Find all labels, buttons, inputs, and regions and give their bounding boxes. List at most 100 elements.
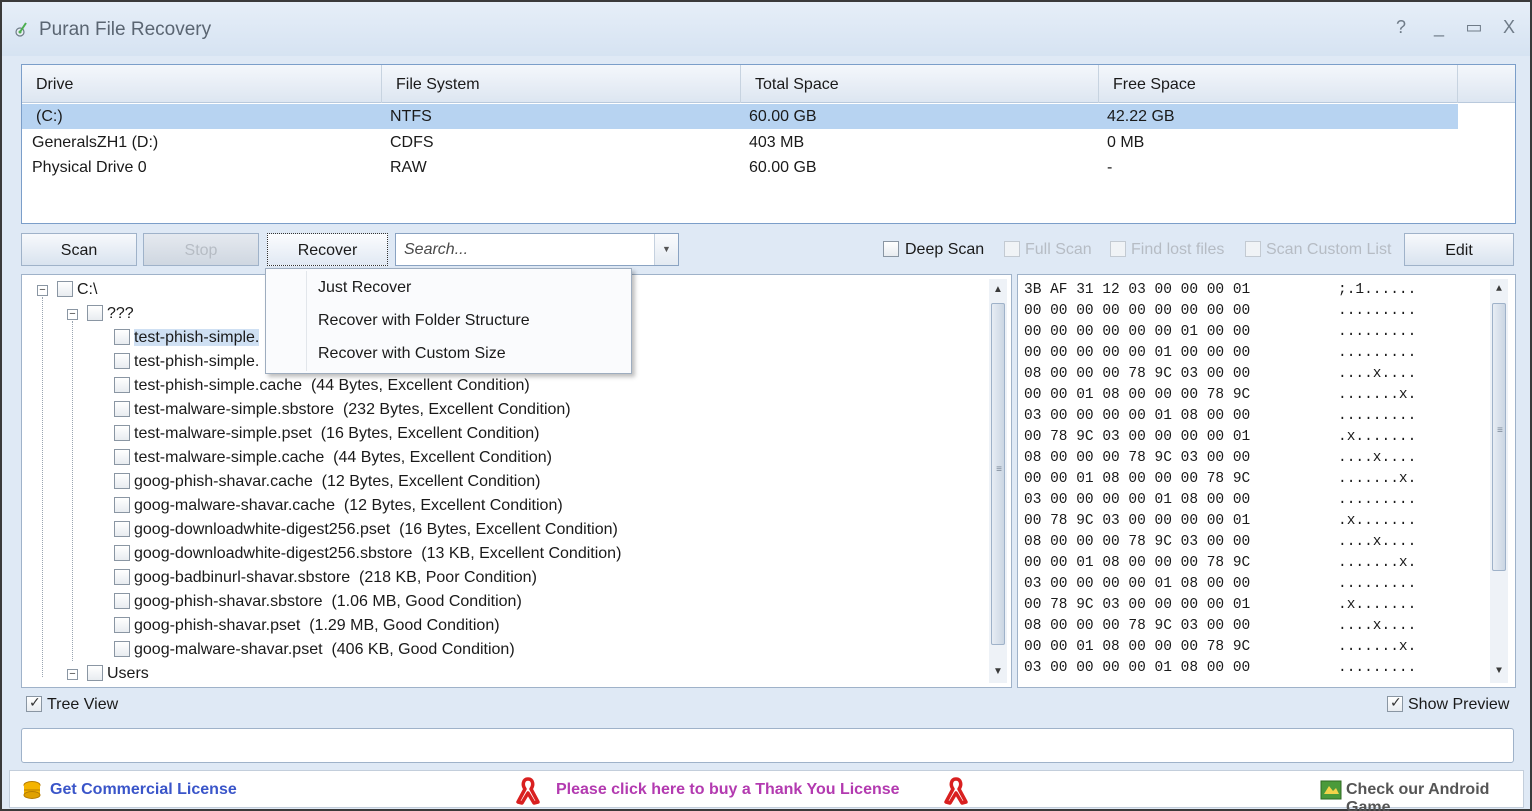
chevron-down-icon[interactable]: ▼ [654, 234, 678, 265]
tree-file[interactable]: test-phish-simple. [114, 350, 259, 374]
tree-file[interactable]: test-malware-simple.pset (16 Bytes, Exce… [114, 422, 540, 446]
tree-checkbox[interactable] [114, 448, 130, 465]
tree-file[interactable]: goog-phish-shavar.pset (1.29 MB, Good Co… [114, 614, 500, 638]
file-detail: (16 Bytes, Excellent Condition) [320, 425, 540, 442]
tree-file[interactable]: goog-badbinurl-shavar.sbstore (218 KB, P… [114, 566, 537, 590]
tree-file[interactable]: test-phish-simple. [114, 326, 260, 350]
ascii-row: ......... [1338, 576, 1417, 592]
recover-button[interactable]: Recover [267, 233, 388, 266]
app-icon [15, 22, 27, 37]
tree-checkbox[interactable] [114, 424, 130, 441]
tree-checkbox[interactable] [87, 664, 103, 681]
hex-row: 03 00 00 00 00 01 08 00 00 [1024, 408, 1251, 424]
full-scan-checkbox[interactable] [1004, 241, 1020, 257]
drive-total: 60.00 GB [749, 108, 817, 125]
tree-file[interactable]: goog-phish-shavar.sbstore (1.06 MB, Good… [114, 590, 522, 614]
scroll-up-icon[interactable]: ▲ [1490, 281, 1508, 299]
file-name: test-phish-simple. [134, 329, 260, 346]
show-preview-checkbox[interactable] [1387, 694, 1403, 712]
tree-view-label: Tree View [47, 696, 119, 713]
tree-node-folder[interactable]: ??? [87, 302, 134, 326]
hex-row: 00 78 9C 03 00 00 00 00 01 [1024, 429, 1251, 445]
scan-custom-list-checkbox[interactable] [1245, 241, 1261, 257]
scroll-up-icon[interactable]: ▲ [989, 281, 1007, 299]
hex-scrollbar[interactable]: ▲ ≡ ▼ [1490, 279, 1508, 683]
tree-checkbox[interactable] [114, 616, 130, 633]
tree-checkbox[interactable] [57, 280, 73, 297]
tree-file[interactable]: test-malware-simple.cache (44 Bytes, Exc… [114, 446, 552, 470]
tree-file[interactable]: goog-phish-shavar.cache (12 Bytes, Excel… [114, 470, 540, 494]
tree-checkbox[interactable] [114, 352, 130, 369]
tree-node-users[interactable]: Users [87, 662, 149, 686]
file-name: goog-phish-shavar.cache [134, 473, 313, 490]
ascii-row: .......x. [1338, 387, 1417, 403]
collapse-icon[interactable]: − [37, 285, 48, 296]
hex-row: 00 00 00 00 00 00 00 00 00 [1024, 303, 1251, 319]
coins-icon [23, 781, 41, 799]
column-header-free-space[interactable]: Free Space [1099, 65, 1458, 103]
tree-file[interactable]: goog-downloadwhite-digest256.sbstore (13… [114, 542, 621, 566]
menu-item-recover-folder-structure[interactable]: Recover with Folder Structure [318, 307, 530, 335]
tree-checkbox[interactable] [87, 304, 103, 321]
edit-button[interactable]: Edit [1404, 233, 1514, 266]
tree-checkbox[interactable] [114, 496, 130, 513]
collapse-icon[interactable]: − [67, 309, 78, 320]
hex-row: 00 00 01 08 00 00 00 78 9C [1024, 387, 1251, 403]
tree-checkbox[interactable] [114, 640, 130, 657]
drive-row[interactable]: (C:) NTFS 60.00 GB 42.22 GB [22, 104, 1458, 129]
ascii-row: ......... [1338, 324, 1417, 340]
menu-item-recover-custom-size[interactable]: Recover with Custom Size [318, 340, 506, 368]
title-bar[interactable]: Puran File Recovery ? _ ▭ X [2, 2, 1530, 56]
tree-scrollbar[interactable]: ▲ ≡ ▼ [989, 279, 1007, 683]
drive-fs: RAW [390, 159, 427, 176]
scrollbar-thumb[interactable]: ≡ [991, 303, 1005, 645]
column-header-drive[interactable]: Drive [22, 65, 382, 103]
expand-icon[interactable]: − [67, 669, 78, 680]
drive-free: 0 MB [1107, 134, 1145, 151]
minimize-button[interactable]: _ [1427, 14, 1451, 40]
search-box[interactable]: ▼ [395, 233, 679, 266]
stop-button[interactable]: Stop [143, 233, 259, 266]
hex-row: 08 00 00 00 78 9C 03 00 00 [1024, 450, 1251, 466]
search-input[interactable] [396, 234, 650, 265]
tree-file[interactable]: goog-downloadwhite-digest256.pset (16 By… [114, 518, 618, 542]
file-name: test-phish-simple.cache [134, 377, 303, 394]
tree-checkbox[interactable] [114, 472, 130, 489]
scroll-down-icon[interactable]: ▼ [989, 663, 1007, 681]
tree-node-label: Users [107, 665, 149, 682]
tree-file[interactable]: test-malware-simple.sbstore (232 Bytes, … [114, 398, 571, 422]
maximize-button[interactable]: ▭ [1462, 14, 1486, 40]
help-button[interactable]: ? [1389, 14, 1413, 40]
column-header-total-space[interactable]: Total Space [741, 65, 1099, 103]
tree-checkbox[interactable] [114, 376, 130, 393]
thank-you-license-link[interactable]: Please click here to buy a Thank You Lic… [556, 781, 900, 799]
tree-checkbox[interactable] [114, 568, 130, 585]
tree-checkbox[interactable] [114, 328, 130, 345]
column-header-file-system[interactable]: File System [382, 65, 741, 103]
drive-list[interactable]: Drive File System Total Space Free Space… [21, 64, 1516, 224]
tree-file[interactable]: goog-malware-shavar.cache (12 Bytes, Exc… [114, 494, 563, 518]
tree-checkbox[interactable] [114, 400, 130, 417]
tree-checkbox[interactable] [114, 592, 130, 609]
tree-checkbox[interactable] [114, 520, 130, 537]
scrollbar-thumb[interactable]: ≡ [1492, 303, 1506, 571]
tree-checkbox[interactable] [114, 544, 130, 561]
drive-row[interactable]: Physical Drive 0 RAW 60.00 GB - [22, 155, 1458, 180]
drive-row[interactable]: GeneralsZH1 (D:) CDFS 403 MB 0 MB [22, 130, 1458, 155]
find-lost-files-checkbox[interactable] [1110, 241, 1126, 257]
deep-scan-checkbox[interactable] [883, 241, 899, 257]
menu-item-just-recover[interactable]: Just Recover [318, 274, 411, 302]
tree-node-root[interactable]: C:\ [57, 278, 97, 302]
tree-view-checkbox[interactable] [26, 694, 42, 712]
android-game-link[interactable]: Check our Android Game [1346, 781, 1523, 811]
scroll-down-icon[interactable]: ▼ [1490, 663, 1508, 681]
find-lost-files-label: Find lost files [1131, 241, 1225, 258]
tree-file[interactable]: goog-malware-shavar.pset (406 KB, Good C… [114, 638, 515, 662]
tree-file[interactable]: test-phish-simple.cache (44 Bytes, Excel… [114, 374, 530, 398]
close-button[interactable]: X [1497, 14, 1521, 40]
commercial-license-link[interactable]: Get Commercial License [50, 781, 237, 799]
file-name: goog-phish-shavar.pset [134, 617, 301, 634]
hex-preview[interactable]: 3B AF 31 12 03 00 00 00 01 ;.1...... 00 00… [1017, 274, 1516, 688]
drive-fs: NTFS [390, 108, 432, 125]
scan-button[interactable]: Scan [21, 233, 137, 266]
